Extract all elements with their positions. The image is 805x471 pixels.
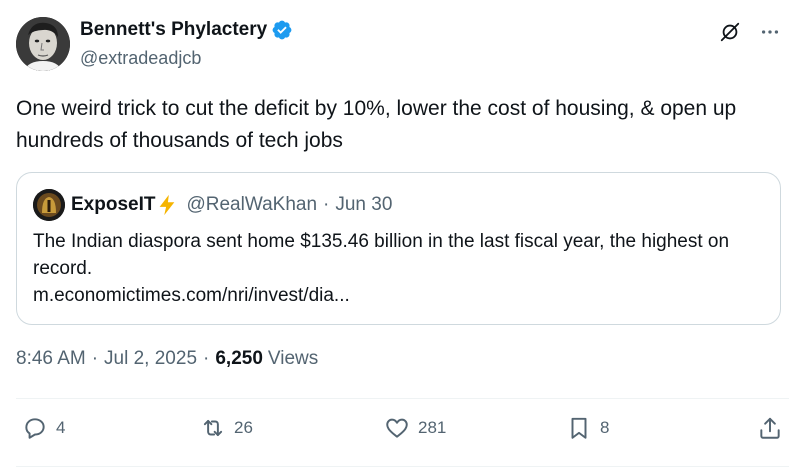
quoted-date[interactable]: Jun 30 [335, 194, 392, 216]
separator-dot: · [203, 348, 210, 369]
like-button[interactable]: 281 [384, 415, 446, 441]
tweet-header: Bennett's Phylactery @extradeadjcb [16, 17, 789, 73]
reply-button[interactable]: 4 [22, 415, 65, 441]
divider [16, 466, 789, 467]
lightning-bolt-icon [156, 194, 178, 216]
reply-icon [25, 418, 45, 439]
bookmark-icon [571, 417, 587, 439]
action-bar: 4 26 281 8 [22, 415, 783, 447]
reply-count: 4 [56, 418, 66, 437]
separator-dot: · [323, 194, 330, 215]
views-count: 6,250 [215, 348, 263, 369]
quoted-tweet[interactable]: ExposeIT @RealWaKhan · Jun 30 The Indian… [16, 172, 781, 325]
share-icon [760, 417, 780, 439]
grok-icon[interactable] [719, 21, 741, 43]
like-count: 281 [418, 418, 447, 437]
separator-dot: · [91, 348, 99, 369]
post-time[interactable]: 8:46 AM [16, 348, 86, 370]
post-date[interactable]: Jul 2, 2025 [104, 348, 197, 370]
heart-icon [386, 418, 408, 438]
share-button[interactable] [757, 415, 783, 441]
more-icon[interactable] [759, 21, 781, 43]
author-handle[interactable]: @extradeadjcb [80, 48, 201, 69]
bookmark-button[interactable]: 8 [566, 415, 609, 441]
quoted-text-block: The Indian diaspora sent home $135.46 bi… [33, 228, 763, 309]
repost-button[interactable]: 26 [200, 415, 253, 441]
divider [16, 398, 789, 399]
tweet-text: One weird trick to cut the deficit by 10… [16, 97, 737, 152]
repost-count: 26 [234, 418, 253, 437]
quoted-link[interactable]: m.economictimes.com/nri/invest/dia... [33, 282, 763, 309]
views-label: Views [267, 348, 319, 369]
quoted-author-name: ExposeIT [71, 194, 156, 215]
verified-badge-icon[interactable] [271, 19, 293, 41]
quoted-text: The Indian diaspora sent home $135.46 bi… [33, 231, 730, 279]
author-avatar[interactable] [16, 17, 70, 71]
quoted-author-handle: @RealWaKhan [186, 194, 318, 215]
quoted-author-avatar[interactable] [33, 189, 65, 221]
tweet-metadata: 8:46 AM · Jul 2, 2025 · 6,250 Views [16, 348, 318, 370]
bookmark-count: 8 [600, 418, 610, 437]
author-name[interactable]: Bennett's Phylactery [80, 19, 267, 41]
repost-icon [203, 419, 223, 437]
